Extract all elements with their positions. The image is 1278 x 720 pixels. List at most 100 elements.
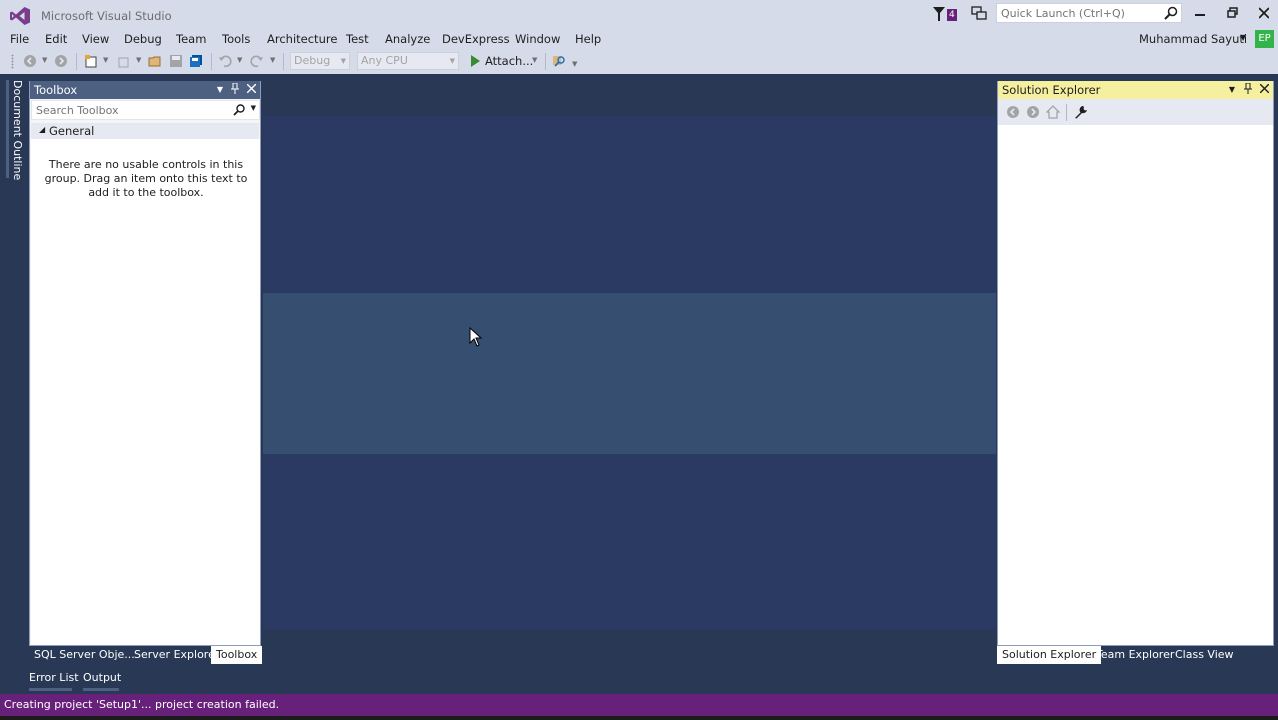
toolbox-panel: Toolbox ▼ ▼ ◢ General There are no usabl… bbox=[29, 81, 261, 646]
taskbar-edge bbox=[0, 716, 1278, 720]
chevron-down-icon[interactable]: ▼ bbox=[1240, 33, 1246, 42]
title-bar: Microsoft Visual Studio 4 bbox=[0, 0, 1278, 29]
pin-icon[interactable] bbox=[228, 82, 242, 97]
chevron-down-icon[interactable]: ▼ bbox=[532, 56, 537, 64]
tab-class-view[interactable]: Class View bbox=[1170, 646, 1239, 664]
toolbox-search-box[interactable]: ▼ bbox=[31, 100, 260, 120]
feedback-icon[interactable] bbox=[971, 6, 987, 21]
close-button[interactable] bbox=[1251, 4, 1277, 22]
chevron-down-icon[interactable]: ▼ bbox=[103, 56, 108, 64]
find-in-files-icon[interactable] bbox=[552, 54, 566, 68]
tab-indicator bbox=[29, 688, 72, 691]
status-message: Creating project 'Setup1'... project cre… bbox=[4, 698, 280, 711]
close-icon[interactable] bbox=[244, 83, 258, 97]
search-icon[interactable] bbox=[1164, 6, 1178, 20]
toolbox-group-general[interactable]: ◢ General bbox=[31, 123, 259, 139]
save-all-icon[interactable] bbox=[189, 54, 203, 68]
menu-window[interactable]: Window bbox=[515, 32, 560, 46]
quick-launch-input[interactable] bbox=[997, 4, 1157, 22]
menu-help[interactable]: Help bbox=[575, 32, 601, 46]
toolbar-separator bbox=[211, 53, 212, 70]
toolbox-search-input[interactable] bbox=[32, 101, 222, 119]
redo-icon[interactable] bbox=[250, 54, 264, 68]
solution-configuration-value: Debug bbox=[294, 54, 331, 67]
restore-icon bbox=[1226, 7, 1238, 18]
restore-button[interactable] bbox=[1219, 4, 1245, 22]
solution-explorer-panel: Solution Explorer ▼ bbox=[997, 81, 1274, 646]
navigate-forward-icon[interactable] bbox=[54, 54, 68, 68]
editor-background-band bbox=[263, 454, 996, 630]
quick-launch-box[interactable] bbox=[996, 3, 1182, 23]
window-position-menu-icon[interactable]: ▼ bbox=[213, 83, 227, 97]
left-panel-tabs: SQL Server Obje... Server Explorer Toolb… bbox=[29, 646, 263, 664]
minimize-icon bbox=[1195, 14, 1205, 16]
solution-configuration-select[interactable]: Debug ▼ bbox=[290, 52, 350, 70]
home-icon[interactable] bbox=[1046, 105, 1060, 119]
menu-architecture[interactable]: Architecture bbox=[267, 32, 337, 46]
toolbar-grip[interactable] bbox=[11, 54, 14, 69]
collapse-triangle-icon[interactable]: ◢ bbox=[39, 125, 45, 134]
save-icon[interactable] bbox=[169, 54, 183, 68]
visual-studio-logo-icon bbox=[10, 7, 30, 25]
editor-area[interactable] bbox=[263, 74, 996, 634]
tab-team-explorer[interactable]: Team Explorer bbox=[1091, 646, 1179, 664]
tab-solution-explorer[interactable]: Solution Explorer bbox=[997, 646, 1102, 664]
document-outline-tab[interactable]: Document Outline bbox=[6, 80, 24, 180]
editor-background-band bbox=[263, 293, 996, 454]
app-title: Microsoft Visual Studio bbox=[41, 9, 172, 23]
minimize-button[interactable] bbox=[1187, 4, 1213, 22]
tab-sql-server-object-explorer[interactable]: SQL Server Obje... bbox=[29, 646, 140, 664]
toolbox-header[interactable]: Toolbox ▼ bbox=[30, 81, 260, 99]
menu-file[interactable]: File bbox=[10, 32, 29, 46]
properties-wrench-icon[interactable] bbox=[1074, 105, 1088, 119]
menu-team[interactable]: Team bbox=[176, 32, 206, 46]
solution-platform-select[interactable]: Any CPU ▼ bbox=[357, 52, 459, 70]
toolbar-separator bbox=[283, 53, 284, 70]
menu-devexpress[interactable]: DevExpress bbox=[442, 32, 510, 46]
toolbar-overflow-icon[interactable]: ▼ bbox=[572, 60, 577, 68]
chevron-down-icon[interactable]: ▼ bbox=[237, 56, 242, 64]
attach-button[interactable]: Attach... bbox=[485, 54, 533, 68]
standard-toolbar: ▼ ▼ ▼ ▼ ▼ Debug ▼ Any CPU ▼ Attach... ▼ bbox=[0, 49, 1278, 74]
menu-test[interactable]: Test bbox=[346, 32, 369, 46]
user-name[interactable]: Muhammad Sayuti bbox=[1139, 32, 1247, 46]
open-file-icon[interactable] bbox=[148, 54, 162, 68]
navigate-back-icon[interactable] bbox=[23, 54, 37, 68]
menu-bar: File Edit View Debug Team Tools Architec… bbox=[0, 29, 1278, 49]
menu-analyze[interactable]: Analyze bbox=[385, 32, 430, 46]
toolbox-title: Toolbox bbox=[34, 83, 78, 97]
chevron-down-icon: ▼ bbox=[340, 57, 346, 65]
toolbox-body bbox=[31, 139, 260, 645]
toolbar-separator bbox=[545, 53, 546, 70]
tab-error-list[interactable]: Error List bbox=[29, 671, 79, 684]
undo-icon[interactable] bbox=[218, 54, 232, 68]
menu-debug[interactable]: Debug bbox=[124, 32, 162, 46]
chevron-down-icon[interactable]: ▼ bbox=[136, 56, 141, 64]
search-icon[interactable] bbox=[233, 104, 245, 116]
new-project-icon[interactable] bbox=[84, 54, 98, 68]
tab-toolbox[interactable]: Toolbox bbox=[211, 646, 263, 664]
chevron-down-icon[interactable]: ▼ bbox=[270, 56, 275, 64]
notifications-button[interactable]: 4 bbox=[932, 5, 962, 23]
add-item-icon[interactable] bbox=[117, 54, 131, 68]
chevron-down-icon: ▼ bbox=[449, 57, 455, 65]
chevron-down-icon[interactable]: ▼ bbox=[251, 104, 256, 112]
editor-background-band bbox=[263, 116, 996, 293]
back-icon[interactable] bbox=[1006, 105, 1020, 119]
menu-edit[interactable]: Edit bbox=[45, 32, 67, 46]
forward-icon[interactable] bbox=[1026, 105, 1040, 119]
right-panel-tabs: Solution Explorer Team Explorer Class Vi… bbox=[997, 646, 1274, 664]
toolbar-separator bbox=[76, 53, 77, 70]
chevron-down-icon[interactable]: ▼ bbox=[42, 56, 47, 64]
solution-explorer-header[interactable]: Solution Explorer ▼ bbox=[998, 81, 1273, 99]
window-position-menu-icon[interactable]: ▼ bbox=[1225, 83, 1239, 97]
tab-indicator bbox=[83, 688, 119, 691]
start-debugging-icon[interactable] bbox=[470, 54, 481, 68]
menu-view[interactable]: View bbox=[82, 32, 109, 46]
close-icon bbox=[1258, 7, 1270, 19]
menu-tools[interactable]: Tools bbox=[222, 32, 250, 46]
avatar[interactable]: EP bbox=[1255, 30, 1274, 48]
tab-output[interactable]: Output bbox=[83, 671, 121, 684]
close-icon[interactable] bbox=[1257, 83, 1271, 97]
pin-icon[interactable] bbox=[1241, 82, 1255, 97]
